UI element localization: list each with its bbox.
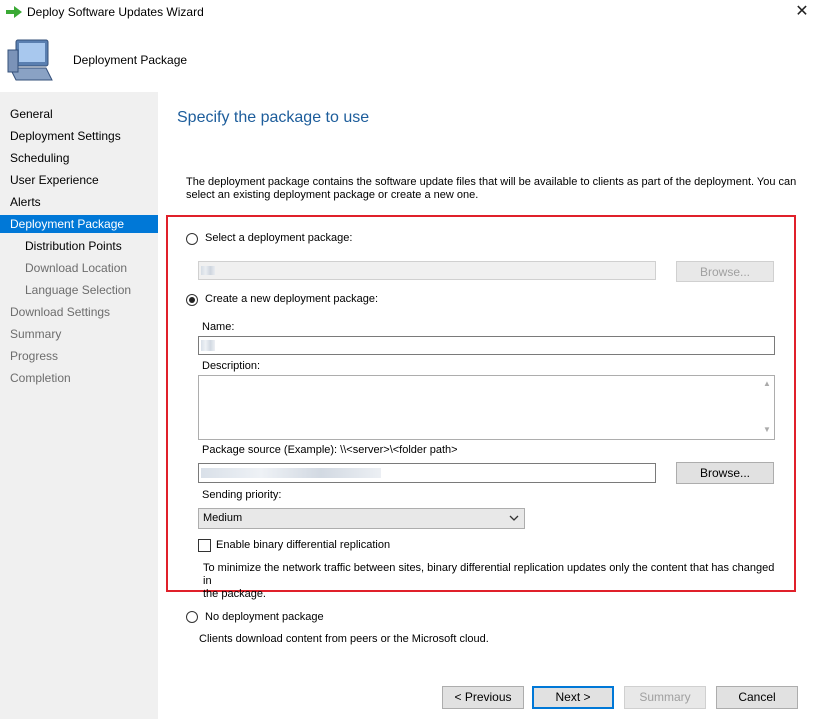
intro-line-2: select an existing deployment package or… <box>186 189 479 201</box>
close-icon[interactable]: ✕ <box>790 2 814 22</box>
wizard-sidebar: General Deployment Settings Scheduling U… <box>0 92 158 719</box>
name-label: Name: <box>202 321 235 333</box>
redacted-value <box>201 266 215 275</box>
binary-replication-checkbox[interactable] <box>198 539 211 552</box>
package-source-field[interactable] <box>198 463 656 483</box>
intro-text: The deployment package contains the soft… <box>186 176 806 202</box>
binary-help-line-1: To minimize the network traffic between … <box>203 562 775 587</box>
sending-priority-label: Sending priority: <box>202 489 282 501</box>
name-field[interactable] <box>198 336 775 355</box>
intro-line-1: The deployment package contains the soft… <box>186 176 797 188</box>
browse-source-button[interactable]: Browse... <box>676 462 774 484</box>
create-package-label: Create a new deployment package: <box>205 293 379 305</box>
sidebar-item-user-experience[interactable]: User Experience <box>0 171 158 189</box>
scroll-down-icon[interactable]: ▼ <box>762 425 772 434</box>
redacted-value <box>201 340 215 351</box>
chevron-down-icon <box>509 515 519 521</box>
sidebar-item-deployment-settings[interactable]: Deployment Settings <box>0 127 158 145</box>
sidebar-item-distribution-points[interactable]: Distribution Points <box>0 237 158 255</box>
computer-icon <box>7 39 53 81</box>
redacted-value <box>201 468 381 478</box>
package-source-label: Package source (Example): \\<server>\<fo… <box>202 444 458 456</box>
create-package-radio[interactable] <box>186 294 198 306</box>
wizard-arrow-icon <box>6 6 22 18</box>
previous-button[interactable]: < Previous <box>442 686 524 709</box>
binary-replication-label: Enable binary differential replication <box>216 539 391 551</box>
select-package-label: Select a deployment package: <box>205 232 353 244</box>
description-label: Description: <box>202 360 261 372</box>
browse-existing-button: Browse... <box>676 261 774 282</box>
select-package-radio[interactable] <box>186 233 198 245</box>
wizard-content: Specify the package to use The deploymen… <box>158 92 817 719</box>
sidebar-item-language-selection: Language Selection <box>25 283 132 297</box>
sidebar-item-download-location: Download Location <box>25 261 128 275</box>
sidebar-item-download-settings: Download Settings <box>10 305 111 319</box>
sidebar-item-completion: Completion <box>10 371 71 385</box>
page-section-title: Deployment Package <box>73 53 188 67</box>
existing-package-field <box>198 261 656 280</box>
no-package-help: Clients download content from peers or t… <box>199 633 489 645</box>
next-button[interactable]: Next > <box>532 686 614 709</box>
sidebar-item-general[interactable]: General <box>0 105 158 123</box>
sidebar-item-alerts[interactable]: Alerts <box>0 193 158 211</box>
summary-button: Summary <box>624 686 706 709</box>
wizard-header: Deployment Package <box>0 26 817 92</box>
scroll-up-icon[interactable]: ▲ <box>762 379 772 388</box>
title-bar: Deploy Software Updates Wizard ✕ <box>0 0 817 26</box>
no-package-radio[interactable] <box>186 611 198 623</box>
binary-replication-help: To minimize the network traffic between … <box>203 562 783 601</box>
cancel-button[interactable]: Cancel <box>716 686 798 709</box>
sidebar-item-progress: Progress <box>10 349 59 363</box>
page-title: Specify the package to use <box>177 109 370 126</box>
sending-priority-value: Medium <box>203 512 243 524</box>
sending-priority-select[interactable]: Medium <box>198 508 525 529</box>
sidebar-item-summary: Summary <box>10 327 62 341</box>
window-title: Deploy Software Updates Wizard <box>27 5 204 19</box>
no-package-label: No deployment package <box>205 611 324 623</box>
description-field[interactable]: ▲ ▼ <box>198 375 775 440</box>
sidebar-item-scheduling[interactable]: Scheduling <box>0 149 158 167</box>
binary-help-line-2: the package. <box>203 588 266 600</box>
sidebar-item-deployment-package[interactable]: Deployment Package <box>0 215 158 233</box>
